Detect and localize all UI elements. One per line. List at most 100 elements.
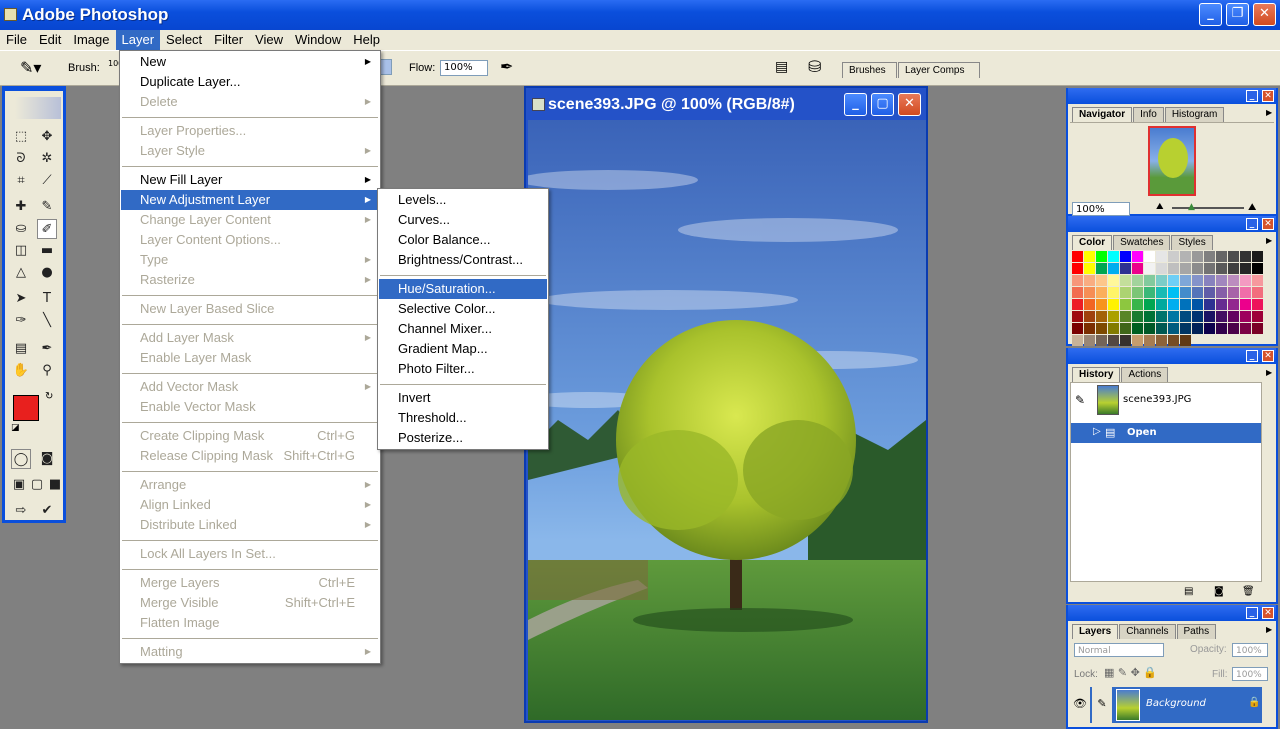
- color-swatch[interactable]: [1156, 323, 1167, 334]
- menu-item-duplicate-layer[interactable]: Duplicate Layer...: [121, 72, 379, 92]
- color-swatch[interactable]: [1084, 323, 1095, 334]
- well-tab-layer-comps[interactable]: Layer Comps: [898, 62, 980, 78]
- feather-logo-icon[interactable]: [15, 97, 61, 119]
- layer-thumbnail[interactable]: [1116, 689, 1140, 721]
- color-swatch[interactable]: [1072, 335, 1083, 346]
- color-swatch[interactable]: [1216, 323, 1227, 334]
- color-swatch[interactable]: [1084, 275, 1095, 286]
- palette-minimize-button[interactable]: _: [1246, 218, 1258, 230]
- doc-close-button[interactable]: ✕: [898, 93, 921, 116]
- palette-well-icon[interactable]: ⛁: [808, 57, 821, 76]
- color-swatch[interactable]: [1120, 251, 1131, 262]
- menu-help[interactable]: Help: [347, 30, 386, 50]
- minimize-button[interactable]: _: [1199, 3, 1222, 26]
- lasso-tool-icon[interactable]: ᘐ: [11, 149, 31, 169]
- menu-item-levels[interactable]: Levels...: [379, 190, 547, 210]
- menu-window[interactable]: Window: [289, 30, 347, 50]
- color-swatch[interactable]: [1096, 311, 1107, 322]
- zoom-out-icon[interactable]: ⛰: [1156, 202, 1164, 212]
- stamp-tool-icon[interactable]: ⛀: [11, 219, 31, 239]
- palette-menu-icon[interactable]: ▶: [1266, 236, 1272, 245]
- history-snapshot-label[interactable]: scene393.JPG: [1123, 394, 1191, 405]
- color-swatch[interactable]: [1204, 323, 1215, 334]
- color-swatch[interactable]: [1156, 287, 1167, 298]
- color-swatch[interactable]: [1192, 263, 1203, 274]
- color-swatch[interactable]: [1180, 323, 1191, 334]
- foreground-color-swatch[interactable]: [13, 395, 39, 421]
- color-swatch[interactable]: [1216, 287, 1227, 298]
- color-swatch[interactable]: [1144, 263, 1155, 274]
- imageready-check-icon[interactable]: ✔: [37, 501, 57, 521]
- color-swatch[interactable]: [1228, 263, 1239, 274]
- path-selection-icon[interactable]: ➤: [11, 289, 31, 309]
- type-tool-icon[interactable]: T: [37, 289, 57, 309]
- color-swatch[interactable]: [1132, 251, 1143, 262]
- zoom-slider-thumb[interactable]: ▲: [1188, 202, 1195, 212]
- color-swatch[interactable]: [1252, 323, 1263, 334]
- line-tool-icon[interactable]: ╲: [37, 311, 57, 331]
- color-swatch[interactable]: [1228, 251, 1239, 262]
- zoom-tool-icon[interactable]: ⚲: [37, 361, 57, 381]
- move-tool-icon[interactable]: ✥: [37, 127, 57, 147]
- color-swatch[interactable]: [1108, 335, 1119, 346]
- menu-item-brightness-contrast[interactable]: Brightness/Contrast...: [379, 250, 547, 270]
- airbrush-toggle[interactable]: [380, 59, 392, 75]
- color-swatch[interactable]: [1132, 275, 1143, 286]
- close-button[interactable]: ✕: [1253, 3, 1276, 26]
- color-swatch[interactable]: [1072, 323, 1083, 334]
- color-swatch[interactable]: [1096, 251, 1107, 262]
- color-swatch[interactable]: [1156, 275, 1167, 286]
- menu-layer[interactable]: Layer: [115, 30, 161, 50]
- color-swatch[interactable]: [1132, 335, 1143, 346]
- color-swatch[interactable]: [1180, 251, 1191, 262]
- menu-item-channel-mixer[interactable]: Channel Mixer...: [379, 319, 547, 339]
- file-browser-icon[interactable]: ▤: [775, 59, 788, 75]
- menu-item-new-adjustment-layer[interactable]: New Adjustment Layer ▶: [121, 190, 379, 210]
- color-swatch[interactable]: [1192, 299, 1203, 310]
- color-swatch[interactable]: [1216, 311, 1227, 322]
- standard-mode-icon[interactable]: ◯: [11, 449, 31, 469]
- palette-menu-icon[interactable]: ▶: [1266, 108, 1272, 117]
- tab-color[interactable]: Color: [1072, 235, 1113, 250]
- palette-menu-icon[interactable]: ▶: [1266, 625, 1272, 634]
- new-document-from-state-icon[interactable]: ▤: [1184, 586, 1193, 597]
- color-swatch[interactable]: [1204, 299, 1215, 310]
- menu-item-new-fill-layer[interactable]: New Fill Layer ▶: [121, 170, 379, 190]
- color-swatch[interactable]: [1108, 287, 1119, 298]
- color-swatch[interactable]: [1216, 299, 1227, 310]
- color-swatch[interactable]: [1168, 251, 1179, 262]
- color-swatch[interactable]: [1156, 335, 1167, 346]
- color-swatch[interactable]: [1108, 275, 1119, 286]
- color-swatch[interactable]: [1096, 275, 1107, 286]
- slice-tool-icon[interactable]: ⟋: [37, 171, 57, 191]
- color-swatch[interactable]: [1180, 299, 1191, 310]
- tab-paths[interactable]: Paths: [1176, 624, 1217, 639]
- menu-item-new[interactable]: New ▶: [121, 52, 379, 72]
- image-canvas[interactable]: [528, 120, 926, 720]
- color-swatch[interactable]: [1084, 251, 1095, 262]
- color-swatch[interactable]: [1120, 311, 1131, 322]
- brush-tool-preset-icon[interactable]: ✎▾: [20, 58, 41, 77]
- color-swatch[interactable]: [1228, 311, 1239, 322]
- color-swatch[interactable]: [1144, 299, 1155, 310]
- color-swatch[interactable]: [1216, 263, 1227, 274]
- color-swatch[interactable]: [1120, 287, 1131, 298]
- color-swatch[interactable]: [1096, 335, 1107, 346]
- healing-brush-icon[interactable]: ✚: [11, 197, 31, 217]
- flow-input[interactable]: 100%: [440, 60, 488, 76]
- color-swatch[interactable]: [1144, 311, 1155, 322]
- color-swatch[interactable]: [1216, 251, 1227, 262]
- brush-link-icon[interactable]: ✎: [1092, 687, 1112, 723]
- color-swatch[interactable]: [1084, 299, 1095, 310]
- menu-item-color-balance[interactable]: Color Balance...: [379, 230, 547, 250]
- color-swatch[interactable]: [1084, 311, 1095, 322]
- opacity-input[interactable]: 100%: [1232, 643, 1268, 657]
- color-swatch[interactable]: [1072, 287, 1083, 298]
- color-swatch[interactable]: [1084, 335, 1095, 346]
- palette-minimize-button[interactable]: _: [1246, 350, 1258, 362]
- color-swatch[interactable]: [1204, 287, 1215, 298]
- hand-tool-icon[interactable]: ✋: [11, 361, 31, 381]
- doc-maximize-button[interactable]: ▢: [871, 93, 894, 116]
- color-swatch[interactable]: [1096, 287, 1107, 298]
- menu-view[interactable]: View: [249, 30, 289, 50]
